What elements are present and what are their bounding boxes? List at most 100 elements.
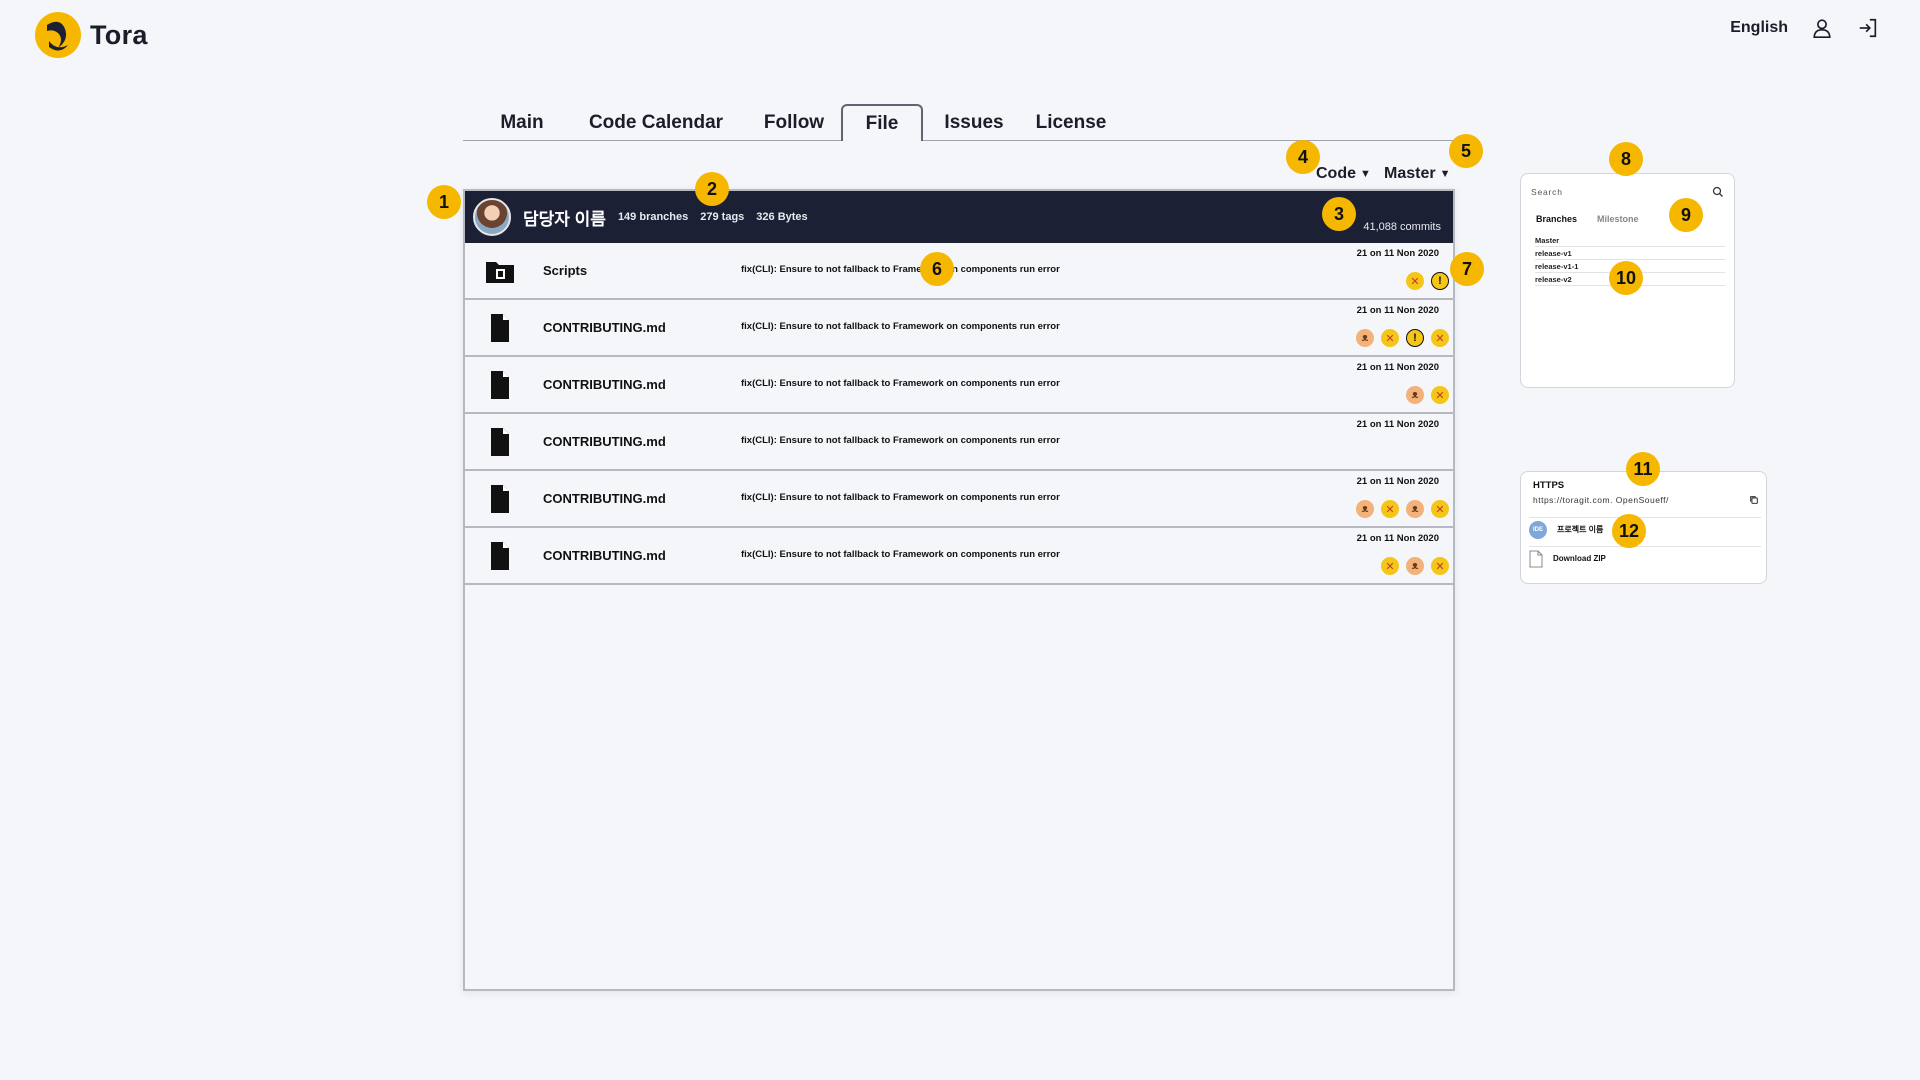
commit-count[interactable]: 41,088 commits [1363, 221, 1441, 233]
code-dropdown-label: Code [1316, 165, 1356, 182]
file-panel: 담당자 이름 149 branches 279 tags 326 Bytes 4… [463, 189, 1455, 991]
annotation-marker: 9 [1669, 198, 1703, 232]
user-icon[interactable] [1810, 16, 1834, 40]
branch-dropdown-label: Master [1384, 165, 1436, 182]
annotation-marker: 10 [1609, 261, 1643, 295]
avatar[interactable] [473, 198, 511, 236]
annotation-marker: 5 [1449, 134, 1483, 168]
angry-reaction-icon[interactable]: ✕ [1431, 500, 1449, 518]
angry-reaction-icon[interactable]: ✕ [1431, 557, 1449, 575]
warn-reaction-icon[interactable]: ! [1406, 329, 1424, 347]
file-icon [485, 541, 515, 571]
commit-message[interactable]: fix(CLI): Ensure to not fallback to Fram… [741, 378, 1060, 389]
warn-reaction-icon[interactable]: ! [1431, 272, 1449, 290]
cat-reaction-icon[interactable]: ᴥ [1406, 557, 1424, 575]
owner-name[interactable]: 담당자 이름 [523, 205, 606, 230]
file-icon [485, 313, 515, 343]
cat-reaction-icon[interactable]: ᴥ [1406, 500, 1424, 518]
tora-logo-icon [35, 12, 81, 58]
tab-file[interactable]: File [841, 104, 923, 141]
commit-message[interactable]: fix(CLI): Ensure to not fallback to Fram… [741, 321, 1060, 332]
caret-down-icon: ▼ [1439, 168, 1451, 180]
file-row[interactable]: CONTRIBUTING.md fix(CLI): Ensure to not f… [465, 528, 1453, 585]
tab-license[interactable]: License [1031, 104, 1111, 141]
reaction-list: ✕ ᴥ ✕ [1381, 557, 1449, 575]
cat-reaction-icon[interactable]: ᴥ [1406, 386, 1424, 404]
commit-date: 21 on 11 Non 2020 [1356, 419, 1439, 430]
file-icon [485, 370, 515, 400]
file-icon [485, 427, 515, 457]
commit-message[interactable]: fix(CLI): Ensure to not fallback to Fram… [741, 492, 1060, 503]
annotation-marker: 12 [1612, 514, 1646, 548]
commit-date: 21 on 11 Non 2020 [1356, 305, 1439, 316]
header-actions: English [1730, 16, 1880, 40]
annotation-marker: 8 [1609, 142, 1643, 176]
search-input[interactable]: Search [1531, 187, 1563, 197]
angry-reaction-icon[interactable]: ✕ [1431, 329, 1449, 347]
branch-item[interactable]: Master [1535, 234, 1725, 247]
tab-branches[interactable]: Branches [1536, 214, 1577, 224]
download-zip-item[interactable]: Download ZIP [1529, 546, 1761, 570]
tab-main[interactable]: Main [483, 104, 561, 141]
reaction-list: ᴥ ✕ ᴥ ✕ [1356, 500, 1449, 518]
annotation-marker: 7 [1450, 252, 1484, 286]
code-dropdown[interactable]: Code ▼ [1316, 165, 1371, 183]
download-zip-label: Download ZIP [1553, 554, 1606, 563]
angry-reaction-icon[interactable]: ✕ [1381, 329, 1399, 347]
annotation-marker: 4 [1286, 140, 1320, 174]
annotation-marker: 1 [427, 185, 461, 219]
copy-icon[interactable] [1749, 495, 1759, 505]
file-row[interactable]: Scripts fix(CLI): Ensure to not fallback … [465, 243, 1453, 300]
cat-reaction-icon[interactable]: ᴥ [1356, 500, 1374, 518]
file-row[interactable]: CONTRIBUTING.md fix(CLI): Ensure to not f… [465, 414, 1453, 471]
branch-dropdown[interactable]: Master ▼ [1384, 165, 1450, 183]
branch-count[interactable]: 149 branches [618, 211, 688, 223]
angry-reaction-icon[interactable]: ✕ [1431, 386, 1449, 404]
tab-issues[interactable]: Issues [934, 104, 1014, 141]
language-selector[interactable]: English [1730, 19, 1788, 37]
tab-milestone[interactable]: Milestone [1597, 214, 1639, 224]
tag-count[interactable]: 279 tags [700, 211, 744, 223]
brand-name: Tora [90, 19, 148, 50]
commit-date: 21 on 11 Non 2020 [1356, 248, 1439, 259]
file-name[interactable]: CONTRIBUTING.md [543, 548, 666, 563]
reaction-list: ᴥ ✕ [1406, 386, 1449, 404]
angry-reaction-icon[interactable]: ✕ [1406, 272, 1424, 290]
file-name[interactable]: CONTRIBUTING.md [543, 434, 666, 449]
clone-url-row: https://toragit.com. OpenSoueff/ [1533, 495, 1759, 505]
commit-message[interactable]: fix(CLI): Ensure to not fallback to Fram… [741, 549, 1060, 560]
file-row[interactable]: CONTRIBUTING.md fix(CLI): Ensure to not f… [465, 357, 1453, 414]
login-icon[interactable] [1856, 16, 1880, 40]
file-name[interactable]: CONTRIBUTING.md [543, 491, 666, 506]
file-name[interactable]: CONTRIBUTING.md [543, 377, 666, 392]
commit-date: 21 on 11 Non 2020 [1356, 362, 1439, 373]
cat-reaction-icon[interactable]: ᴥ [1356, 329, 1374, 347]
annotation-marker: 6 [920, 252, 954, 286]
file-name[interactable]: Scripts [543, 263, 587, 278]
annotation-marker: 2 [695, 172, 729, 206]
branch-item[interactable]: release-v1 [1535, 247, 1725, 260]
search-icon[interactable] [1712, 186, 1724, 198]
zip-file-icon [1529, 550, 1543, 567]
file-row[interactable]: CONTRIBUTING.md fix(CLI): Ensure to not f… [465, 471, 1453, 528]
file-icon [485, 484, 515, 514]
tab-follow[interactable]: Follow [753, 104, 835, 141]
clone-url[interactable]: https://toragit.com. OpenSoueff/ [1533, 495, 1669, 505]
file-name[interactable]: CONTRIBUTING.md [543, 320, 666, 335]
caret-down-icon: ▼ [1360, 168, 1371, 180]
commit-message[interactable]: fix(CLI): Ensure to not fallback to Fram… [741, 435, 1060, 446]
repo-size: 326 Bytes [756, 211, 808, 223]
brand-logo[interactable]: Tora [34, 11, 148, 59]
commit-message[interactable]: fix(CLI): Ensure to not fallback to Fram… [741, 264, 1060, 275]
annotation-marker: 11 [1626, 452, 1660, 486]
clone-protocol: HTTPS [1533, 480, 1565, 491]
commit-date: 21 on 11 Non 2020 [1356, 533, 1439, 544]
file-list: Scripts fix(CLI): Ensure to not fallback … [465, 243, 1453, 585]
file-row[interactable]: CONTRIBUTING.md fix(CLI): Ensure to not f… [465, 300, 1453, 357]
reaction-list: ✕! [1406, 272, 1449, 290]
reaction-list: ᴥ ✕! ✕ [1356, 329, 1449, 347]
tab-code-calendar[interactable]: Code Calendar [580, 104, 732, 141]
angry-reaction-icon[interactable]: ✕ [1381, 557, 1399, 575]
angry-reaction-icon[interactable]: ✕ [1381, 500, 1399, 518]
branch-search-field[interactable]: Search [1531, 184, 1724, 200]
